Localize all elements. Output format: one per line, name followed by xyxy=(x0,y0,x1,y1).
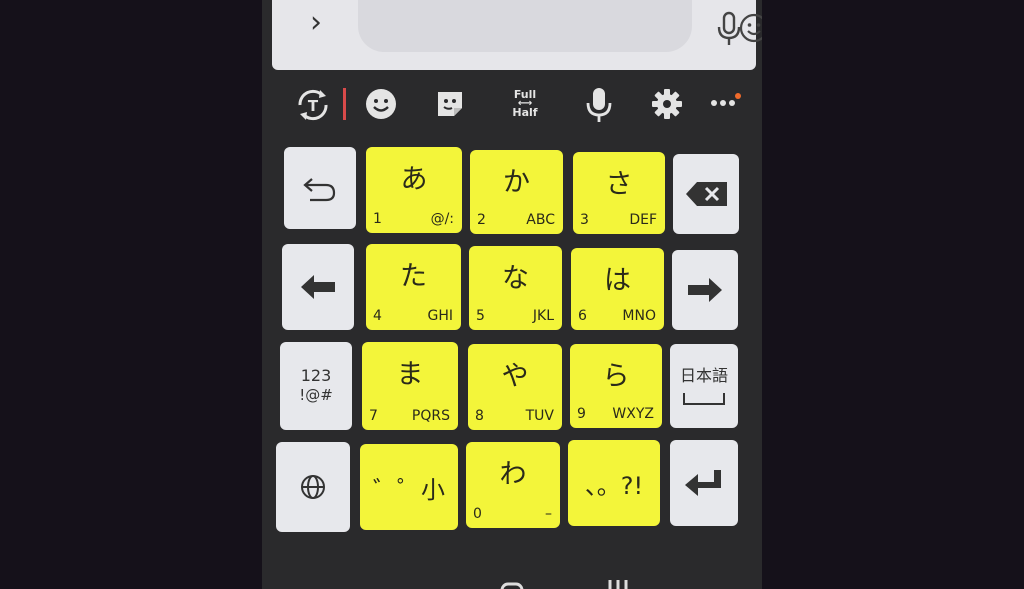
key-number: 7 xyxy=(369,408,378,424)
home-icon xyxy=(500,582,524,589)
backspace-key[interactable] xyxy=(673,154,739,234)
key-ka[interactable]: か 2 ABC xyxy=(470,150,563,234)
key-number: 4 xyxy=(373,308,382,324)
cursor-left-key[interactable] xyxy=(282,244,354,330)
arrow-right-icon xyxy=(688,278,722,302)
key-letters: WXYZ xyxy=(612,406,654,422)
gear-icon[interactable] xyxy=(649,86,685,122)
key-number: 6 xyxy=(578,308,587,324)
enter-icon xyxy=(685,470,721,496)
key-letters: @/: xyxy=(430,211,454,227)
svg-text:T: T xyxy=(308,97,319,115)
key-number: 9 xyxy=(577,406,586,422)
key-ya[interactable]: や 8 TUV xyxy=(468,344,562,430)
key-kana: あ xyxy=(400,164,428,195)
globe-icon xyxy=(301,475,325,499)
notification-dot xyxy=(735,93,741,99)
key-letters: GHI xyxy=(427,308,453,324)
key-number: 0 xyxy=(473,506,482,522)
key-letters: JKL xyxy=(532,308,554,324)
key-number: 5 xyxy=(476,308,485,324)
key-ra[interactable]: ら 9 WXYZ xyxy=(570,344,662,428)
translate-icon[interactable]: T xyxy=(294,86,332,124)
key-kana: わ xyxy=(499,459,527,490)
voice-typing-mic-icon[interactable] xyxy=(583,86,615,124)
symbols-label-signs: !@# xyxy=(299,386,333,404)
language-switch-key[interactable] xyxy=(276,442,350,532)
punctuation-key[interactable]: 、。?! xyxy=(568,440,660,526)
symbols-key[interactable]: 123 !@# xyxy=(280,342,352,430)
undo-icon xyxy=(303,178,336,202)
key-kana: ら xyxy=(602,361,630,392)
key-kana: た xyxy=(400,261,427,292)
key-label: 、。?! xyxy=(584,472,644,500)
key-kana: か xyxy=(503,167,530,198)
language-label: 日本語 xyxy=(679,366,728,385)
key-kana: な xyxy=(502,263,529,294)
more-options-icon[interactable] xyxy=(710,98,736,108)
symbols-label-numbers: 123 xyxy=(300,366,332,385)
full-half-width-toggle[interactable]: Full ⟷ Half xyxy=(505,89,545,119)
enter-key[interactable] xyxy=(670,440,738,526)
key-na[interactable]: な 5 JKL xyxy=(469,246,562,330)
key-letters: – xyxy=(545,506,552,522)
space-bar-icon xyxy=(683,393,725,405)
voice-input-mic-icon[interactable] xyxy=(712,10,746,48)
expand-chevron-icon[interactable]: › xyxy=(310,5,322,40)
key-kana: さ xyxy=(605,169,633,200)
toolbar-divider xyxy=(343,88,346,120)
message-input-bar: › xyxy=(272,0,762,70)
half-label: Half xyxy=(512,106,538,119)
key-letters: TUV xyxy=(525,408,554,424)
key-wa[interactable]: わ 0 – xyxy=(466,442,560,528)
key-sa[interactable]: さ 3 DEF xyxy=(573,152,665,234)
key-ta[interactable]: た 4 GHI xyxy=(366,244,461,330)
key-number: 3 xyxy=(580,212,589,228)
key-number: 8 xyxy=(475,408,484,424)
dakuten-small-key[interactable]: ゛゜小 xyxy=(360,444,458,530)
navigation-bar xyxy=(482,574,732,589)
japanese-space-key[interactable]: 日本語 xyxy=(670,344,738,428)
key-ma[interactable]: ま 7 PQRS xyxy=(362,342,458,430)
key-a[interactable]: あ 1 @/: xyxy=(366,147,462,233)
key-letters: DEF xyxy=(629,212,657,228)
emoji-keyboard-icon[interactable] xyxy=(363,86,399,122)
key-letters: ABC xyxy=(526,212,555,228)
key-number: 2 xyxy=(477,212,486,228)
arrow-left-icon xyxy=(301,275,335,299)
cursor-right-key[interactable] xyxy=(672,250,738,330)
key-kana: ま xyxy=(396,359,424,390)
key-letters: PQRS xyxy=(411,408,450,424)
key-letters: MNO xyxy=(622,308,656,324)
message-input[interactable] xyxy=(358,0,762,52)
backspace-icon xyxy=(686,182,727,206)
keyboard-toolbar: T Full ⟷ Half xyxy=(272,78,756,132)
key-ha[interactable]: は 6 MNO xyxy=(571,248,664,330)
key-label: ゛゜小 xyxy=(373,476,445,504)
key-kana: は xyxy=(604,265,631,296)
key-kana: や xyxy=(501,361,529,392)
sticker-icon[interactable] xyxy=(432,86,468,122)
key-number: 1 xyxy=(373,211,382,227)
undo-key[interactable] xyxy=(284,147,356,229)
keyboard-screen: › T Full ⟷ Half あ 1 @/: か 2 ABC さ 3 DEF … xyxy=(262,0,762,589)
